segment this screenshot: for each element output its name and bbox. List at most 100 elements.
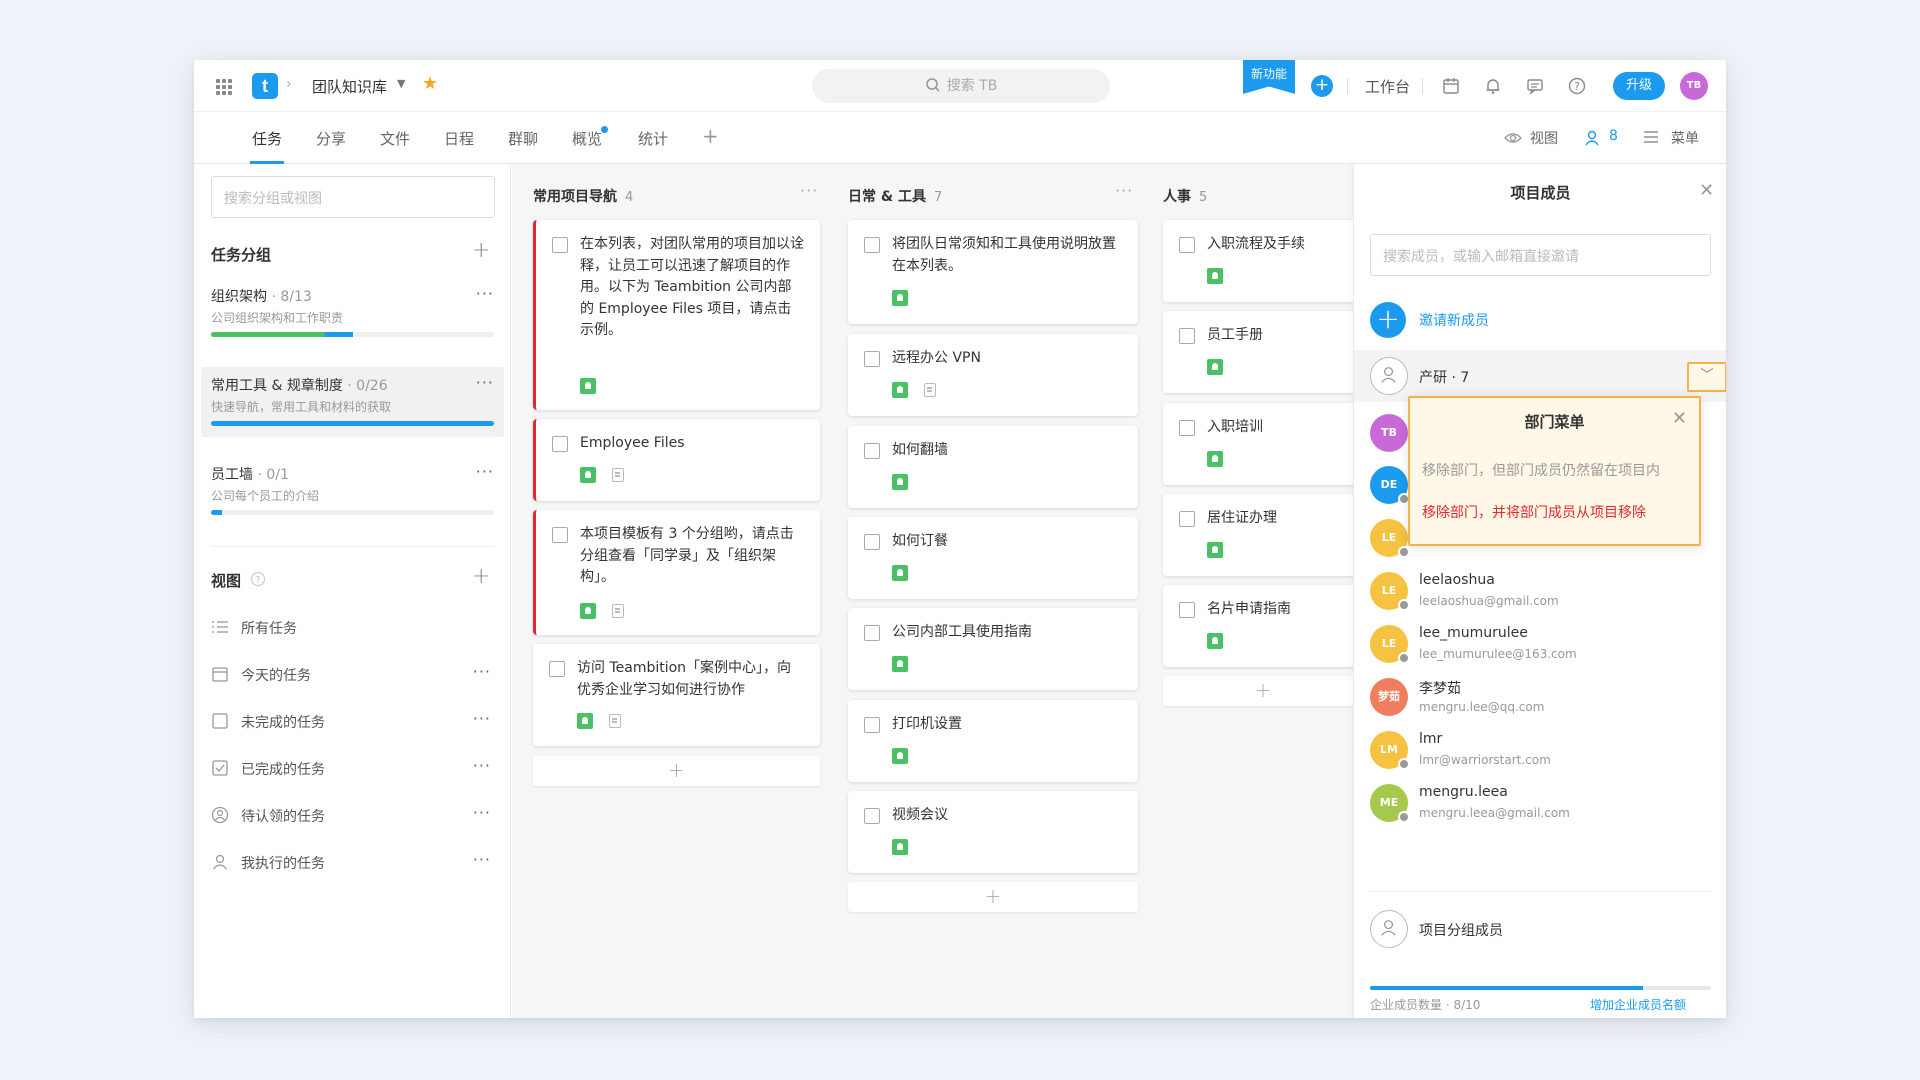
task-checkbox[interactable] [549,661,565,677]
task-checkbox[interactable] [864,717,880,733]
star-icon[interactable]: ★ [422,73,438,94]
task-checkbox[interactable] [864,237,880,253]
increase-quota-link[interactable]: 增加企业成员名额 [1590,996,1686,1013]
add-tab-plus-icon[interactable]: + [702,124,719,148]
task-card[interactable]: 员工手册 [1163,311,1363,393]
tab-share[interactable]: 分享 [316,128,346,149]
tab-statistics[interactable]: 统计 [638,128,668,149]
subgroup-icon[interactable] [1370,910,1408,948]
task-card[interactable]: 如何订餐 [848,517,1138,599]
task-checkbox[interactable] [1179,511,1195,527]
teambition-logo[interactable]: t [252,73,278,99]
more-icon[interactable]: ··· [473,756,491,775]
task-card[interactable]: 入职流程及手续 [1163,220,1363,302]
subgroup-members-link[interactable]: 项目分组成员 [1419,920,1503,940]
task-group-item[interactable]: 常用工具 & 规章制度 · 0/26 快速导航，常用工具和材料的获取 ··· [201,367,504,437]
calendar-icon[interactable] [1440,75,1462,97]
add-task-plus-icon[interactable]: + [848,882,1138,912]
more-icon[interactable]: ··· [476,373,494,392]
avatar[interactable]: LE [1370,519,1410,558]
task-checkbox[interactable] [864,534,880,550]
close-icon[interactable]: ✕ [1672,408,1687,429]
menu-icon[interactable] [1643,130,1659,144]
chevron-down-icon[interactable]: ▼ [397,77,405,90]
task-card[interactable]: 视频会议 [848,791,1138,873]
help-icon[interactable]: ? [250,571,266,587]
department-row[interactable] [1354,350,1726,402]
task-checkbox[interactable] [552,436,568,452]
task-checkbox[interactable] [1179,602,1195,618]
tab-files[interactable]: 文件 [380,128,410,149]
task-card[interactable]: 远程办公 VPN [848,334,1138,416]
task-checkbox[interactable] [1179,420,1195,436]
upgrade-button[interactable]: 升级 [1613,72,1665,100]
task-card[interactable]: 在本列表，对团队常用的项目加以诠释，让员工可以迅速了解项目的作用。以下为 Tea… [533,220,820,410]
task-group-item[interactable]: 员工墙 · 0/1 公司每个员工的介绍 ··· [201,456,504,526]
more-icon[interactable]: ··· [473,850,491,869]
avatar[interactable]: ME [1370,784,1410,823]
column-more-icon[interactable]: ··· [1115,181,1133,200]
tab-schedule[interactable]: 日程 [444,128,474,149]
task-checkbox[interactable] [1179,328,1195,344]
menu-button[interactable]: 菜单 [1671,128,1699,148]
group-search-input[interactable]: 搜索分组或视图 [211,176,495,218]
tab-overview[interactable]: 概览 [572,128,602,149]
more-icon[interactable]: ··· [473,803,491,822]
column-more-icon[interactable]: ··· [800,181,818,200]
task-card[interactable]: Employee Files [533,419,820,501]
new-feature-ribbon[interactable]: 新功能 [1243,60,1295,94]
task-card[interactable]: 将团队日常须知和工具使用说明放置在本列表。 [848,220,1138,324]
add-group-plus-icon[interactable]: + [472,238,490,263]
more-icon[interactable]: ··· [473,662,491,681]
avatar[interactable]: TB [1370,414,1408,452]
task-checkbox[interactable] [864,625,880,641]
invite-plus-icon[interactable]: + [1370,302,1406,338]
view-completed-tasks[interactable]: 已完成的任务 ··· [211,754,501,784]
apps-grid-icon[interactable] [216,79,232,95]
task-checkbox[interactable] [552,527,568,543]
user-avatar[interactable]: TB [1680,72,1708,100]
task-checkbox[interactable] [552,237,568,253]
avatar[interactable]: LE [1370,625,1410,664]
global-search[interactable]: 搜索 TB [812,69,1110,103]
task-checkbox[interactable] [864,351,880,367]
avatar[interactable]: LM [1370,731,1410,770]
member-search-input[interactable]: 搜索成员，或输入邮箱直接邀请 [1370,234,1711,276]
task-card[interactable]: 入职培训 [1163,403,1363,485]
view-button[interactable]: 视图 [1530,128,1558,148]
task-card[interactable]: 本项目模板有 3 个分组哟，请点击分组查看「同学录」及「组织架构」。 [533,510,820,635]
view-unclaimed-tasks[interactable]: 待认领的任务 ··· [211,801,501,831]
task-card[interactable]: 居住证办理 [1163,494,1363,576]
task-card[interactable]: 名片申请指南 [1163,585,1363,667]
avatar[interactable]: DE [1370,466,1410,505]
more-icon[interactable]: ··· [473,709,491,728]
members-count[interactable]: 8 [1609,128,1618,144]
view-today-tasks[interactable]: 今天的任务 ··· [211,660,501,690]
view-all-tasks[interactable]: 所有任务 [211,613,501,643]
task-checkbox[interactable] [864,808,880,824]
task-group-item[interactable]: 组织架构 · 8/13 公司组织架构和工作职责 ··· [201,278,504,348]
avatar[interactable]: LE [1370,572,1410,611]
task-card[interactable]: 访问 Teambition「案例中心」，向优秀企业学习如何进行协作 [533,644,820,746]
close-icon[interactable]: ✕ [1699,180,1714,201]
view-my-tasks[interactable]: 我执行的任务 ··· [211,848,501,878]
add-view-plus-icon[interactable]: + [472,564,490,589]
members-icon[interactable] [1584,129,1602,147]
task-checkbox[interactable] [864,443,880,459]
chat-icon[interactable] [1524,75,1546,97]
quick-create-plus-icon[interactable]: + [1311,75,1333,97]
tab-group-chat[interactable]: 群聊 [508,128,538,149]
add-task-plus-icon[interactable]: + [1163,676,1363,706]
invite-member-link[interactable]: 邀请新成员 [1419,310,1489,330]
task-card[interactable]: 公司内部工具使用指南 [848,608,1138,690]
remove-dept-keep-members[interactable]: 移除部门，但部门成员仍然留在项目内 [1422,460,1660,480]
more-icon[interactable]: ··· [476,284,494,303]
chevron-down-icon[interactable]: ﹀ [1687,362,1726,392]
help-icon[interactable]: ? [1566,75,1588,97]
task-checkbox[interactable] [1179,237,1195,253]
eye-icon[interactable] [1504,130,1522,146]
task-card[interactable]: 如何翻墙 [848,426,1138,508]
more-icon[interactable]: ··· [476,462,494,481]
task-card[interactable]: 打印机设置 [848,700,1138,782]
bell-icon[interactable] [1482,75,1504,97]
